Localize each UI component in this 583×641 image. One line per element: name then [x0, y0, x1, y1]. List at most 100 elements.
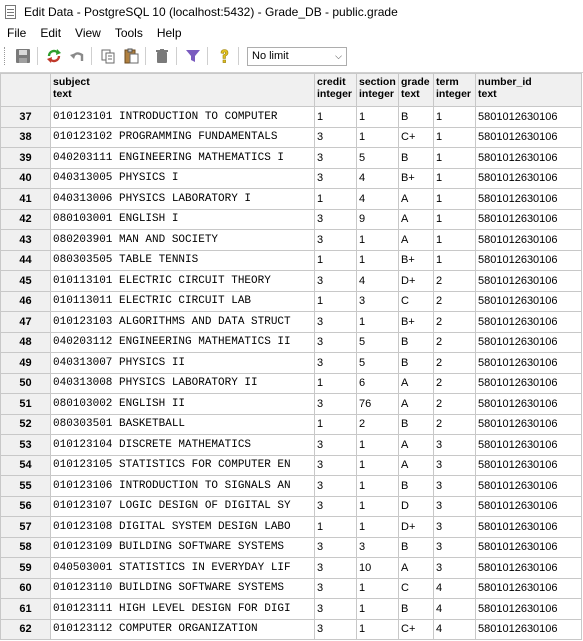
row-number[interactable]: 57 [0, 516, 51, 538]
cell-grade[interactable]: C+ [398, 618, 434, 640]
table-row[interactable]: 37 010123101 INTRODUCTION TO COMPUTER 1 1 B 1… [0, 106, 582, 128]
cell-term[interactable]: 4 [433, 598, 476, 620]
cell-credit[interactable]: 3 [314, 352, 357, 374]
cell-section[interactable]: 1 [356, 126, 399, 148]
row-number[interactable]: 37 [0, 106, 51, 128]
cell-term[interactable]: 2 [433, 290, 476, 312]
table-row[interactable]: 57 010123108 DIGITAL SYSTEM DESIGN LABO 1 1… [0, 516, 582, 538]
cell-grade[interactable]: A [398, 557, 434, 579]
cell-grade[interactable]: C [398, 577, 434, 599]
cell-section[interactable]: 1 [356, 495, 399, 517]
table-row[interactable]: 40 040313005 PHYSICS I 3 4 B+ 1 5801012630106 [0, 167, 582, 189]
cell-credit[interactable]: 3 [314, 229, 357, 251]
cell-grade[interactable]: B [398, 413, 434, 435]
cell-subject[interactable]: 080303505 TABLE TENNIS [50, 249, 315, 271]
column-header-subject[interactable]: subject text [50, 73, 315, 107]
cell-section[interactable]: 5 [356, 352, 399, 374]
undo-icon[interactable] [67, 46, 87, 66]
table-row[interactable]: 60 010123110 BUILDING SOFTWARE SYSTEMS 3 1 C… [0, 577, 582, 599]
cell-number-id[interactable]: 5801012630106 [475, 413, 582, 435]
row-number[interactable]: 53 [0, 434, 51, 456]
cell-credit[interactable]: 3 [314, 147, 357, 169]
row-number[interactable]: 45 [0, 270, 51, 292]
table-row[interactable]: 59 040503001 STATISTICS IN EVERYDAY LIF 3 1… [0, 557, 582, 579]
cell-number-id[interactable]: 5801012630106 [475, 167, 582, 189]
row-number[interactable]: 44 [0, 249, 51, 271]
column-header-term[interactable]: term integer [433, 73, 476, 107]
row-number[interactable]: 58 [0, 536, 51, 558]
cell-section[interactable]: 3 [356, 290, 399, 312]
cell-subject[interactable]: 010123105 STATISTICS FOR COMPUTER EN [50, 454, 315, 476]
cell-credit[interactable]: 1 [314, 188, 357, 210]
cell-number-id[interactable]: 5801012630106 [475, 249, 582, 271]
cell-section[interactable]: 4 [356, 188, 399, 210]
table-row[interactable]: 53 010123104 DISCRETE MATHEMATICS 3 1 A 3 5801… [0, 434, 582, 456]
cell-number-id[interactable]: 5801012630106 [475, 188, 582, 210]
table-row[interactable]: 58 010123109 BUILDING SOFTWARE SYSTEMS 3 3 B… [0, 536, 582, 558]
cell-number-id[interactable]: 5801012630106 [475, 516, 582, 538]
column-header-number-id[interactable]: number_id text [475, 73, 582, 107]
cell-section[interactable]: 1 [356, 434, 399, 456]
cell-grade[interactable]: A [398, 188, 434, 210]
cell-credit[interactable]: 1 [314, 372, 357, 394]
cell-term[interactable]: 3 [433, 557, 476, 579]
cell-credit[interactable]: 3 [314, 454, 357, 476]
cell-section[interactable]: 9 [356, 208, 399, 230]
cell-subject[interactable]: 040313008 PHYSICS LABORATORY II [50, 372, 315, 394]
cell-grade[interactable]: C+ [398, 126, 434, 148]
menu-tools[interactable]: Tools [108, 23, 150, 43]
cell-grade[interactable]: A [398, 208, 434, 230]
cell-grade[interactable]: A [398, 229, 434, 251]
copy-icon[interactable] [98, 46, 118, 66]
cell-number-id[interactable]: 5801012630106 [475, 352, 582, 374]
cell-subject[interactable]: 040203112 ENGINEERING MATHEMATICS II [50, 331, 315, 353]
row-number[interactable]: 49 [0, 352, 51, 374]
cell-term[interactable]: 4 [433, 577, 476, 599]
cell-number-id[interactable]: 5801012630106 [475, 290, 582, 312]
cell-credit[interactable]: 3 [314, 270, 357, 292]
paste-icon[interactable] [121, 46, 141, 66]
cell-term[interactable]: 3 [433, 516, 476, 538]
table-row[interactable]: 43 080203901 MAN AND SOCIETY 3 1 A 1 580101263… [0, 229, 582, 251]
cell-term[interactable]: 3 [433, 454, 476, 476]
cell-section[interactable]: 4 [356, 167, 399, 189]
row-number[interactable]: 41 [0, 188, 51, 210]
cell-term[interactable]: 1 [433, 126, 476, 148]
cell-credit[interactable]: 3 [314, 208, 357, 230]
cell-subject[interactable]: 010123102 PROGRAMMING FUNDAMENTALS [50, 126, 315, 148]
row-number[interactable]: 38 [0, 126, 51, 148]
help-icon[interactable] [214, 46, 234, 66]
save-icon[interactable] [13, 46, 33, 66]
cell-section[interactable]: 4 [356, 270, 399, 292]
cell-grade[interactable]: D+ [398, 516, 434, 538]
cell-subject[interactable]: 010113011 ELECTRIC CIRCUIT LAB [50, 290, 315, 312]
cell-subject[interactable]: 010123108 DIGITAL SYSTEM DESIGN LABO [50, 516, 315, 538]
cell-section[interactable]: 1 [356, 475, 399, 497]
row-number[interactable]: 50 [0, 372, 51, 394]
cell-section[interactable]: 5 [356, 147, 399, 169]
cell-section[interactable]: 76 [356, 393, 399, 415]
cell-subject[interactable]: 040313005 PHYSICS I [50, 167, 315, 189]
cell-subject[interactable]: 010123104 DISCRETE MATHEMATICS [50, 434, 315, 456]
table-row[interactable]: 48 040203112 ENGINEERING MATHEMATICS II 3 5… [0, 331, 582, 353]
cell-subject[interactable]: 010123111 HIGH LEVEL DESIGN FOR DIGI [50, 598, 315, 620]
cell-section[interactable]: 6 [356, 372, 399, 394]
row-number[interactable]: 42 [0, 208, 51, 230]
cell-section[interactable]: 1 [356, 229, 399, 251]
table-row[interactable]: 52 080303501 BASKETBALL 1 2 B 2 5801012630106 [0, 413, 582, 435]
cell-subject[interactable]: 040313007 PHYSICS II [50, 352, 315, 374]
cell-term[interactable]: 2 [433, 331, 476, 353]
column-header-section[interactable]: section integer [356, 73, 399, 107]
cell-section[interactable]: 5 [356, 331, 399, 353]
cell-term[interactable]: 2 [433, 413, 476, 435]
cell-section[interactable]: 2 [356, 413, 399, 435]
table-row[interactable]: 39 040203111 ENGINEERING MATHEMATICS I35B… [0, 147, 582, 169]
table-row[interactable]: 46 010113011 ELECTRIC CIRCUIT LAB 1 3 C 2 5801… [0, 290, 582, 312]
cell-credit[interactable]: 3 [314, 393, 357, 415]
row-number[interactable]: 60 [0, 577, 51, 599]
cell-number-id[interactable]: 5801012630106 [475, 598, 582, 620]
cell-subject[interactable]: 010123107 LOGIC DESIGN OF DIGITAL SY [50, 495, 315, 517]
table-row[interactable]: 41 040313006 PHYSICS LABORATORY I 1 4 A 1 5801… [0, 188, 582, 210]
table-row[interactable]: 56 010123107 LOGIC DESIGN OF DIGITAL SY 3 1… [0, 495, 582, 517]
cell-credit[interactable]: 1 [314, 106, 357, 128]
